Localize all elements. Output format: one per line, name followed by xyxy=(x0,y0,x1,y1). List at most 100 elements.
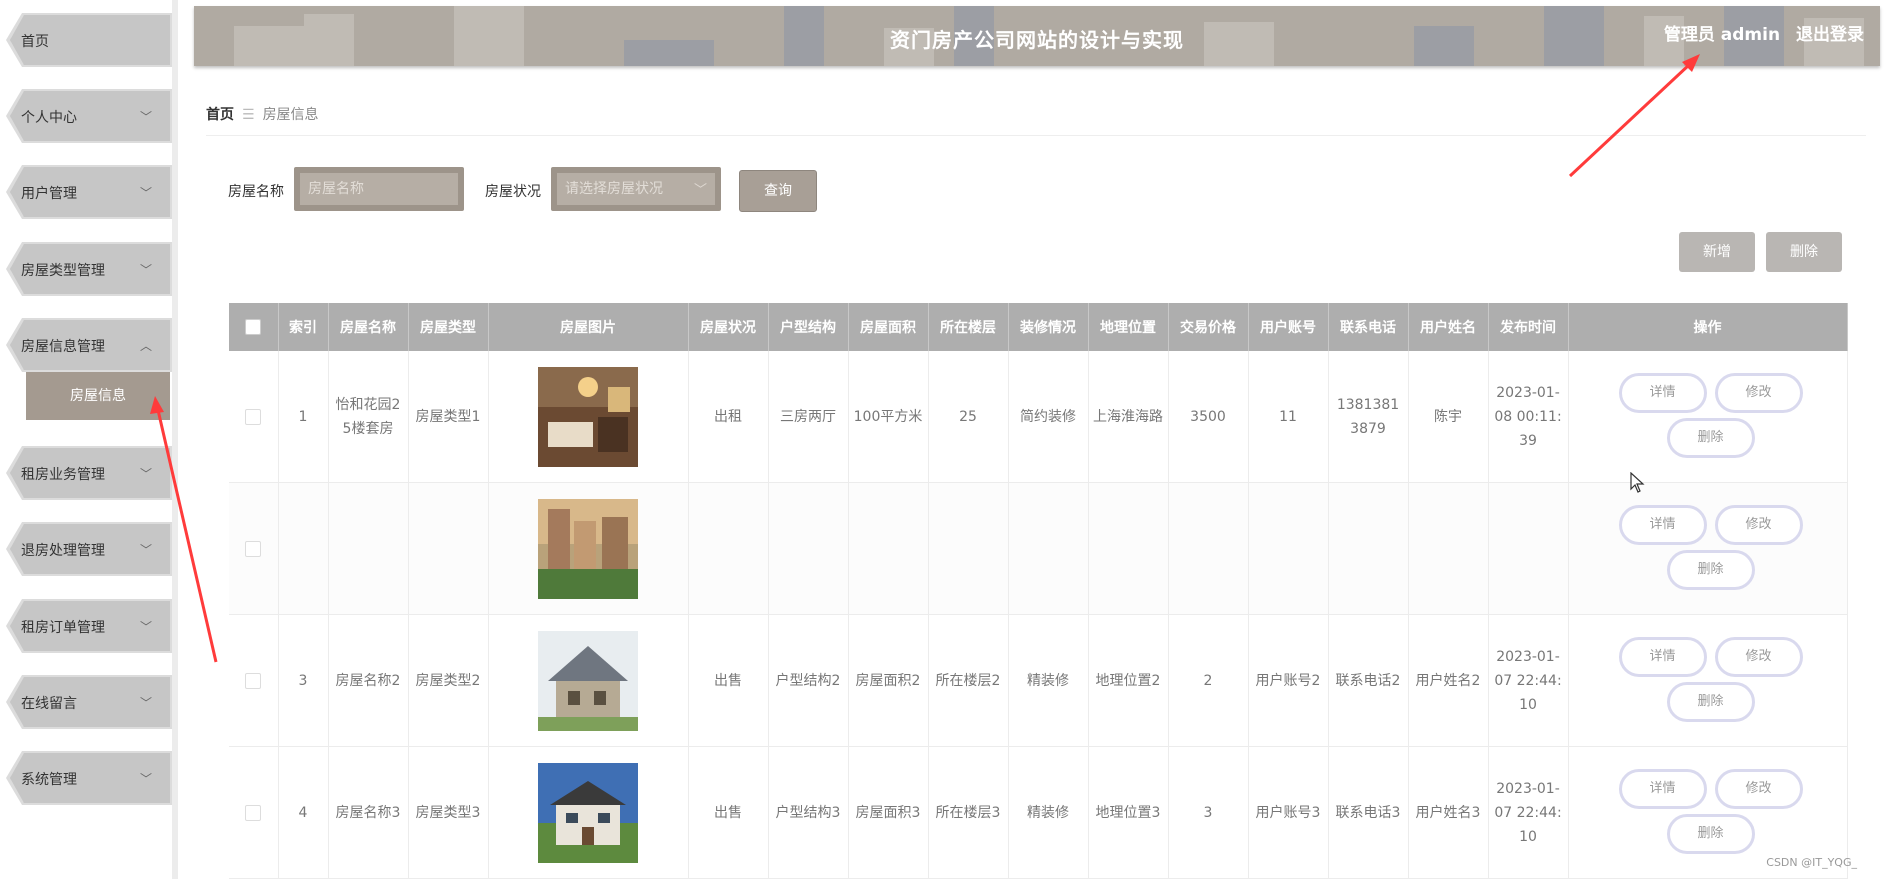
logout-link[interactable]: 退出登录 xyxy=(1796,25,1864,45)
apartment-buildings-image[interactable] xyxy=(538,498,638,599)
row-select-cell[interactable] xyxy=(229,746,279,879)
select-all-cell[interactable] xyxy=(229,303,279,351)
location-cell: 上海淮海路 xyxy=(1088,351,1169,483)
edit-button[interactable]: 修改 xyxy=(1714,769,1803,809)
chevron-down-icon: ﹀ xyxy=(139,620,152,634)
detail-button[interactable]: 详情 xyxy=(1618,505,1707,545)
area-cell: 房屋面积2 xyxy=(848,614,929,747)
delete-button[interactable]: 删除 xyxy=(1666,682,1755,722)
sidebar-item-personal-center[interactable]: 个人中心 ﹀ xyxy=(0,86,172,146)
username-cell xyxy=(1408,482,1489,615)
row-checkbox[interactable] xyxy=(245,804,262,821)
sidebar: 首页 个人中心 ﹀ 用户管理 ﹀ 房屋类型管理 ﹀ 房屋信息管理 ︿ 房屋信息 … xyxy=(0,0,178,879)
row-checkbox[interactable] xyxy=(245,540,262,557)
chevron-down-icon: ﹀ xyxy=(693,183,707,198)
index-cell xyxy=(278,482,329,615)
row-checkbox[interactable] xyxy=(245,672,262,689)
house-status-cell xyxy=(688,482,769,615)
sidebar-item-checkout-management[interactable]: 退房处理管理 ﹀ xyxy=(0,519,172,579)
index-cell: 1 xyxy=(278,351,329,483)
house-status-cell: 出租 xyxy=(688,351,769,483)
delete-button[interactable]: 删除 xyxy=(1666,550,1755,590)
house-name-label: 房屋名称 xyxy=(228,184,284,200)
sidebar-item-house-info-management[interactable]: 房屋信息管理 ︿ xyxy=(0,315,172,375)
sidebar-item-home[interactable]: 首页 xyxy=(0,10,172,70)
divider xyxy=(206,135,1866,136)
chevron-down-icon: ﹀ xyxy=(139,263,152,277)
two-story-villa-image[interactable] xyxy=(538,762,638,863)
column-header: 用户姓名 xyxy=(1408,303,1489,351)
chevron-up-icon: ︿ xyxy=(139,339,152,353)
select-all-checkbox[interactable] xyxy=(245,319,262,335)
chevron-down-icon: ﹀ xyxy=(139,467,152,481)
edit-button[interactable]: 修改 xyxy=(1714,505,1803,545)
house-image-cell xyxy=(488,482,689,615)
sidebar-item-rental-business[interactable]: 租房业务管理 ﹀ xyxy=(0,443,172,503)
row-select-cell[interactable] xyxy=(229,482,279,615)
floor-cell: 所在楼层3 xyxy=(928,746,1009,879)
sidebar-item-label: 个人中心 xyxy=(21,110,77,126)
sidebar-item-house-type-management[interactable]: 房屋类型管理 ﹀ xyxy=(0,239,172,299)
house-status-select[interactable]: 请选择房屋状况 ﹀ xyxy=(551,167,721,211)
sidebar-item-online-messages[interactable]: 在线留言 ﹀ xyxy=(0,672,172,732)
hotel-room-image[interactable] xyxy=(538,366,638,467)
add-button[interactable]: 新增 xyxy=(1679,232,1755,272)
row-select-cell[interactable] xyxy=(229,614,279,747)
column-header: 户型结构 xyxy=(768,303,849,351)
detail-button[interactable]: 详情 xyxy=(1618,637,1707,677)
decoration-cell xyxy=(1008,482,1089,615)
username-cell: 用户姓名2 xyxy=(1408,614,1489,747)
house-image-cell xyxy=(488,351,689,483)
breadcrumb-home[interactable]: 首页 xyxy=(206,107,234,123)
house-status-cell: 出售 xyxy=(688,746,769,879)
house-type-cell: 房屋类型1 xyxy=(408,351,489,483)
chevron-down-icon: ﹀ xyxy=(139,186,152,200)
column-header: 房屋面积 xyxy=(848,303,929,351)
sidebar-item-user-management[interactable]: 用户管理 ﹀ xyxy=(0,162,172,222)
row-select-cell[interactable] xyxy=(229,351,279,483)
phone-cell: 13813813879 xyxy=(1328,351,1409,483)
area-cell xyxy=(848,482,929,615)
publish-time-cell: 2023-01-07 22:44:10 xyxy=(1488,746,1569,879)
sidebar-item-rental-orders[interactable]: 租房订单管理 ﹀ xyxy=(0,596,172,656)
house-type-cell: 房屋类型2 xyxy=(408,614,489,747)
sidebar-subitem-house-info[interactable]: 房屋信息 xyxy=(26,372,170,420)
floor-cell: 25 xyxy=(928,351,1009,483)
column-header: 所在楼层 xyxy=(928,303,1009,351)
location-cell xyxy=(1088,482,1169,615)
sidebar-item-system-management[interactable]: 系统管理 ﹀ xyxy=(0,748,172,808)
sidebar-item-label: 房屋信息管理 xyxy=(21,339,105,355)
breadcrumb: 首页 ☰ 房屋信息 xyxy=(206,104,319,124)
table-row: 详情 修改 删除 xyxy=(229,482,1848,615)
breadcrumb-separator-icon: ☰ xyxy=(242,107,255,123)
house-type-cell: 房屋类型3 xyxy=(408,746,489,879)
price-cell: 3500 xyxy=(1168,351,1249,483)
house-name-input[interactable]: 房屋名称 xyxy=(294,167,464,211)
breadcrumb-current: 房屋信息 xyxy=(262,107,319,123)
query-button[interactable]: 查询 xyxy=(739,170,817,212)
account-cell: 用户账号2 xyxy=(1248,614,1329,747)
row-checkbox[interactable] xyxy=(245,408,262,425)
column-header: 索引 xyxy=(278,303,329,351)
account-cell: 11 xyxy=(1248,351,1329,483)
layout-cell: 户型结构2 xyxy=(768,614,849,747)
delete-button[interactable]: 删除 xyxy=(1666,814,1755,854)
edit-button[interactable]: 修改 xyxy=(1714,637,1803,677)
stone-villa-image[interactable] xyxy=(538,630,638,731)
edit-button[interactable]: 修改 xyxy=(1714,373,1803,413)
operations-cell: 详情 修改 删除 xyxy=(1568,351,1848,483)
annotation-arrow-icon xyxy=(1568,54,1700,178)
admin-user-label[interactable]: 管理员 admin xyxy=(1664,25,1780,45)
table-header-row: 索引 房屋名称 房屋类型 房屋图片 房屋状况 户型结构 房屋面积 所在楼层 装修… xyxy=(229,303,1848,351)
location-cell: 地理位置2 xyxy=(1088,614,1169,747)
batch-delete-button[interactable]: 删除 xyxy=(1766,232,1842,272)
detail-button[interactable]: 详情 xyxy=(1618,373,1707,413)
detail-button[interactable]: 详情 xyxy=(1618,769,1707,809)
column-header: 发布时间 xyxy=(1488,303,1569,351)
phone-cell: 联系电话3 xyxy=(1328,746,1409,879)
delete-button[interactable]: 删除 xyxy=(1666,418,1755,458)
sidebar-item-label: 退房处理管理 xyxy=(21,543,105,559)
sidebar-item-label: 租房订单管理 xyxy=(21,620,105,636)
house-status-label: 房屋状况 xyxy=(485,184,541,200)
price-cell xyxy=(1168,482,1249,615)
